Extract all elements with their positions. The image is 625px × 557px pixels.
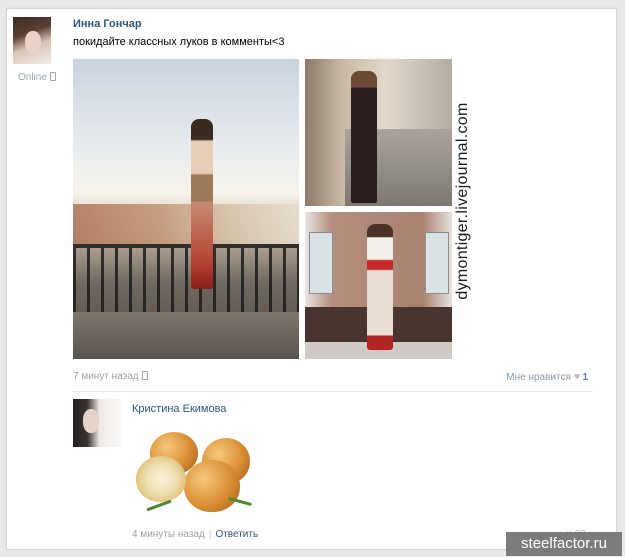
comment-author-avatar[interactable] — [73, 399, 121, 447]
comment-meta: 4 минуты назад | Ответить — [132, 529, 258, 540]
photo-buildings — [73, 204, 299, 244]
post-text: покидайте классных луков в комменты<3 — [73, 36, 285, 48]
watermark-text: dymontiger.livejournal.com — [454, 102, 471, 300]
photo-window — [309, 232, 333, 294]
post-time-label: 7 минут назад — [73, 371, 139, 382]
wall-post-card: Online Инна Гончар покидайте классных лу… — [6, 8, 617, 550]
post-timestamp[interactable]: 7 минут назад — [73, 371, 148, 382]
cut-onion — [136, 456, 186, 502]
like-count: 1 — [582, 372, 588, 383]
photo-person — [351, 71, 377, 203]
online-status: Online — [18, 72, 56, 83]
watermark: dymontiger.livejournal.com — [451, 59, 475, 343]
photo-person — [367, 224, 393, 350]
photo-girl-on-embankment[interactable] — [73, 59, 299, 359]
avatar-face — [83, 409, 99, 433]
onion — [184, 460, 240, 512]
comment-image-onions[interactable] — [132, 422, 254, 517]
like-button[interactable]: Мне нравится ♥ 1 — [506, 371, 588, 383]
post-author-name[interactable]: Инна Гончар — [73, 18, 142, 30]
photo-girl-in-white-skirt[interactable] — [305, 212, 452, 359]
online-label: Online — [18, 72, 47, 83]
photo-pavement — [73, 312, 299, 359]
reply-link[interactable]: Ответить — [215, 529, 258, 540]
post-author-avatar[interactable] — [13, 17, 51, 64]
heart-icon: ♥ — [573, 371, 581, 383]
comments-divider — [73, 391, 593, 392]
mobile-phone-icon — [141, 371, 148, 380]
photo-window — [425, 232, 449, 294]
photo-girl-in-black-dress[interactable] — [305, 59, 452, 206]
mobile-phone-icon — [49, 72, 56, 81]
site-badge: steelfactor.ru — [506, 532, 622, 556]
like-label: Мне нравится — [506, 372, 571, 383]
meta-separator: | — [208, 529, 212, 540]
photo-person — [191, 119, 213, 289]
comment-time[interactable]: 4 минуты назад — [132, 529, 205, 540]
photo-railing — [73, 244, 299, 316]
avatar-face — [25, 31, 41, 53]
comment-author-name[interactable]: Кристина Екимова — [132, 403, 226, 415]
